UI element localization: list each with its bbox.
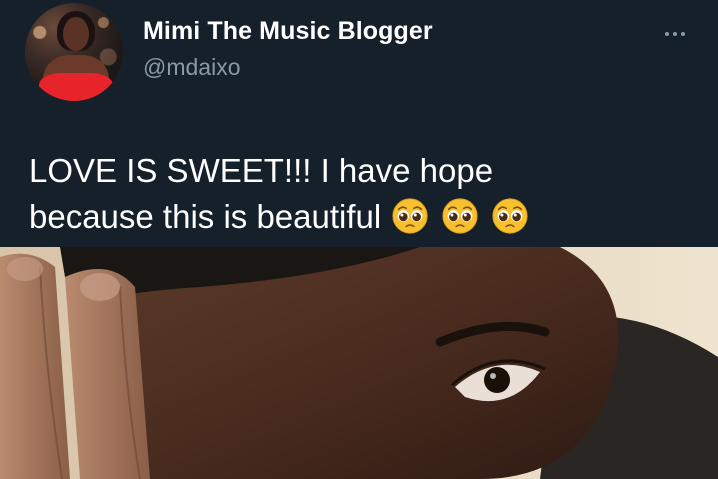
- media-photo: [0, 247, 718, 479]
- tweet-text-line-2-text: because this is beautiful: [29, 198, 382, 235]
- tweet-text-line-2: because this is beautiful: [29, 194, 699, 240]
- pleading-face-emoji-icon: [442, 198, 478, 234]
- tweet-media-image[interactable]: [0, 247, 718, 479]
- user-handle[interactable]: @mdaixo: [143, 54, 241, 81]
- more-horizontal-icon: [665, 32, 669, 36]
- display-name[interactable]: Mimi The Music Blogger: [143, 17, 433, 46]
- tweet-text-line-1: LOVE IS SWEET!!! I have hope: [29, 152, 494, 189]
- tweet-text: LOVE IS SWEET!!! I have hope because thi…: [29, 148, 699, 240]
- pleading-face-emoji-icon: [392, 198, 428, 234]
- emoji-group: [391, 197, 529, 235]
- more-options-button[interactable]: [655, 24, 695, 44]
- avatar[interactable]: [25, 3, 123, 101]
- tweet-header: Mimi The Music Blogger @mdaixo: [0, 0, 718, 118]
- pleading-face-emoji-icon: [492, 198, 528, 234]
